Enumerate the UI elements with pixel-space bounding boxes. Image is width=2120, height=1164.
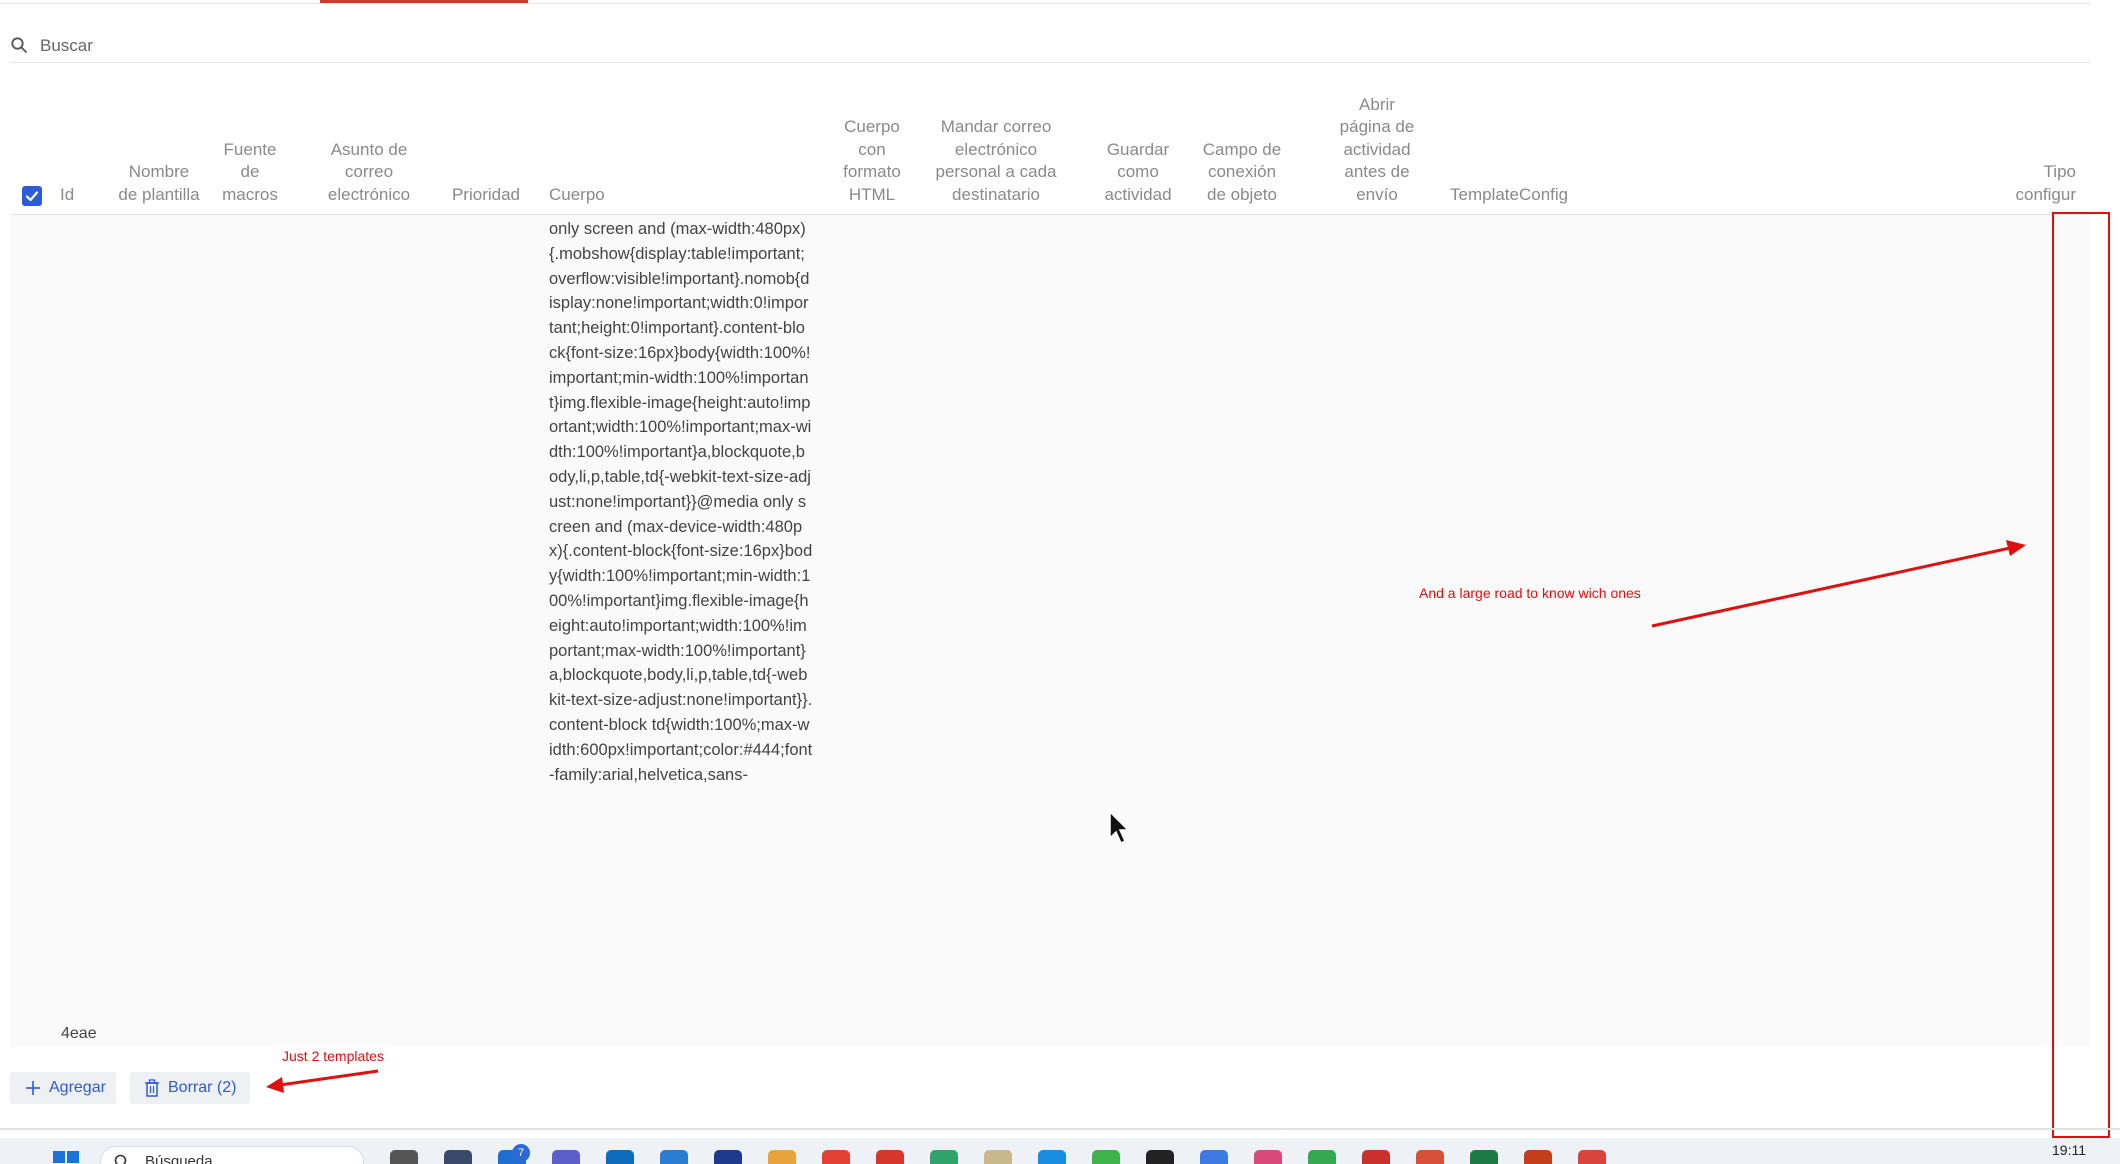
add-button-label: Agregar <box>49 1079 106 1096</box>
annotation-highlight-box <box>2052 212 2110 1138</box>
search-input[interactable] <box>38 32 1942 60</box>
taskbar: Búsqueda 7 19:11 <box>0 1138 2120 1164</box>
delete-button[interactable]: Borrar (2) <box>130 1072 250 1104</box>
checkmark-icon <box>25 191 39 202</box>
mouse-cursor-icon <box>1109 810 1130 845</box>
app-icon[interactable] <box>1308 1150 1336 1164</box>
column-header-guardar-actividad[interactable]: Guardar como actividad <box>1094 139 1182 207</box>
app-icon[interactable] <box>930 1150 958 1164</box>
plus-icon <box>26 1081 40 1095</box>
column-header-tipo-config[interactable]: Tipo configur <box>2006 161 2076 206</box>
app-icon[interactable] <box>1578 1150 1606 1164</box>
outlook-app-icon[interactable] <box>606 1150 634 1164</box>
select-all-checkbox[interactable] <box>22 186 42 206</box>
taskbar-clock: 19:11 <box>2052 1142 2086 1158</box>
excel-app-icon[interactable] <box>1470 1150 1498 1164</box>
powerpoint-app-icon[interactable] <box>1524 1150 1552 1164</box>
whatsapp-app-icon[interactable] <box>1092 1150 1120 1164</box>
app-icon[interactable] <box>768 1150 796 1164</box>
task-view-icon[interactable] <box>390 1150 418 1164</box>
tab-bar <box>0 0 2090 4</box>
column-header-id[interactable]: Id <box>60 184 74 207</box>
notification-badge: 7 <box>512 1144 530 1162</box>
column-header-fuente-de-macros[interactable]: Fuente de macros <box>218 139 282 207</box>
templates-table: Id Nombre de plantilla Fuente de macros … <box>10 62 2095 1047</box>
column-header-asunto-de-correo[interactable]: Asunto de correo electrónico <box>311 139 427 207</box>
column-header-nombre-de-plantilla[interactable]: Nombre de plantilla <box>118 161 200 206</box>
edge-app-icon[interactable] <box>1038 1150 1066 1164</box>
delete-button-label: Borrar (2) <box>168 1079 237 1096</box>
table-cell-id[interactable]: 4eae <box>61 1025 97 1043</box>
column-header-prioridad[interactable]: Prioridad <box>436 184 536 207</box>
column-header-abrir-pagina[interactable]: Abrir página de actividad antes de envío <box>1332 94 1422 207</box>
active-tab-indicator <box>320 0 528 3</box>
annotation-road: And a large road to know wich ones <box>1419 585 1641 601</box>
windows-start-icon[interactable] <box>52 1150 80 1164</box>
column-header-mandar-correo[interactable]: Mandar correo electrónico personal a cad… <box>928 116 1064 206</box>
app-icon[interactable] <box>1200 1150 1228 1164</box>
taskbar-search[interactable]: Búsqueda <box>100 1146 364 1164</box>
table-header: Id Nombre de plantilla Fuente de macros … <box>10 62 2090 215</box>
app-icon[interactable] <box>1362 1150 1390 1164</box>
table-body: only screen and (max-width:480px){.mobsh… <box>10 215 2090 1047</box>
annotation-arrow-templates <box>266 1069 379 1093</box>
chrome-app-icon[interactable] <box>822 1150 850 1164</box>
search-bar <box>10 28 2090 63</box>
app-icon[interactable] <box>1146 1150 1174 1164</box>
app-icon[interactable] <box>1416 1150 1444 1164</box>
app-icon[interactable] <box>444 1150 472 1164</box>
table-cell-cuerpo: only screen and (max-width:480px){.mobsh… <box>549 220 813 784</box>
search-icon <box>11 37 27 53</box>
save-app-icon[interactable] <box>714 1150 742 1164</box>
calendar-app-icon[interactable] <box>660 1150 688 1164</box>
search-icon <box>114 1154 127 1164</box>
app-icon[interactable] <box>1254 1150 1282 1164</box>
taskbar-search-label: Búsqueda <box>145 1153 213 1164</box>
footer-divider <box>0 1128 2120 1130</box>
add-button[interactable]: Agregar <box>10 1072 116 1104</box>
annotation-templates: Just 2 templates <box>282 1048 384 1064</box>
column-header-campo-conexion[interactable]: Campo de conexión de objeto <box>1200 139 1284 207</box>
app-icon[interactable] <box>876 1150 904 1164</box>
teams-app-icon[interactable] <box>552 1150 580 1164</box>
app-icon[interactable] <box>984 1150 1012 1164</box>
column-header-cuerpo[interactable]: Cuerpo <box>549 184 605 207</box>
column-header-cuerpo-html[interactable]: Cuerpo con formato HTML <box>840 116 904 206</box>
trash-icon <box>145 1079 159 1097</box>
column-header-template-config[interactable]: TemplateConfig <box>1450 184 1568 207</box>
